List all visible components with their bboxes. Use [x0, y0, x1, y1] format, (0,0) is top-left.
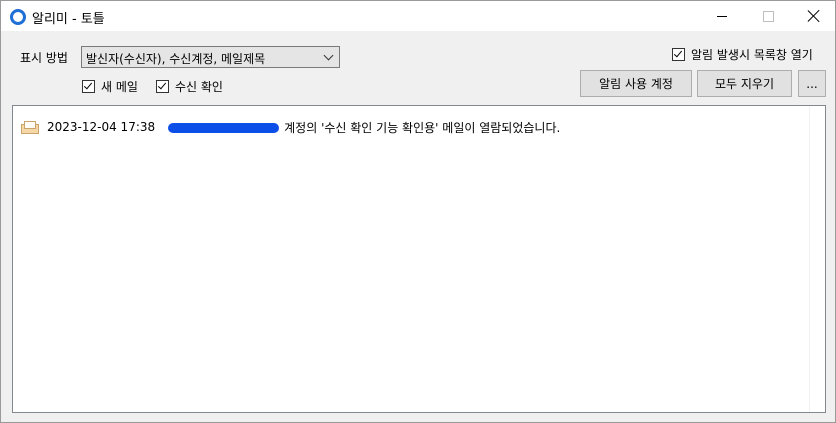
notification-list[interactable]: 2023-12-04 17:38 계정의 '수신 확인 기능 확인용' 메일이 … [12, 105, 826, 413]
checkbox-checked-icon[interactable] [82, 80, 95, 93]
redacted-account [168, 123, 280, 133]
minimize-icon [717, 15, 727, 17]
read-receipt-checkbox[interactable]: 수신 확인 [156, 78, 223, 95]
display-method-value: 발신자(수신자), 수신계정, 메일제목 [86, 52, 266, 66]
open-list-checkbox[interactable]: 알림 발생시 목록창 열기 [672, 46, 813, 63]
read-receipt-label: 수신 확인 [175, 80, 223, 94]
new-mail-checkbox[interactable]: 새 메일 [82, 78, 138, 95]
app-icon [10, 9, 26, 25]
checkbox-checked-icon[interactable] [156, 80, 169, 93]
more-button[interactable]: ... [798, 70, 826, 97]
notification-accounts-button[interactable]: 알림 사용 계정 [580, 70, 692, 97]
notification-message: 계정의 '수신 확인 기능 확인용' 메일이 열람되었습니다. [284, 120, 561, 135]
list-item[interactable]: 2023-12-04 17:38 계정의 '수신 확인 기능 확인용' 메일이 … [21, 119, 560, 135]
title-bar[interactable]: 알리미 - 토틀 [1, 1, 835, 31]
maximize-icon [762, 10, 774, 22]
open-envelope-icon [21, 120, 39, 134]
display-method-select[interactable]: 발신자(수신자), 수신계정, 메일제목 [81, 46, 340, 68]
open-list-label: 알림 발생시 목록창 열기 [691, 48, 813, 62]
notification-timestamp: 2023-12-04 17:38 [47, 120, 156, 134]
checkbox-checked-icon[interactable] [672, 48, 685, 61]
clear-all-button[interactable]: 모두 지우기 [697, 70, 792, 97]
minimize-button[interactable] [699, 1, 745, 31]
list-divider [809, 106, 810, 412]
display-method-label: 표시 방법 [20, 51, 68, 65]
close-icon [808, 10, 820, 22]
close-button[interactable] [791, 1, 836, 31]
maximize-button[interactable] [745, 1, 791, 31]
app-window: 알리미 - 토틀 표시 방법 발신자(수신자), 수신계정, 메일제목 알림 발… [0, 0, 836, 423]
chevron-down-icon [323, 50, 334, 61]
window-title: 알리미 - 토틀 [32, 12, 105, 27]
new-mail-label: 새 메일 [101, 80, 138, 94]
